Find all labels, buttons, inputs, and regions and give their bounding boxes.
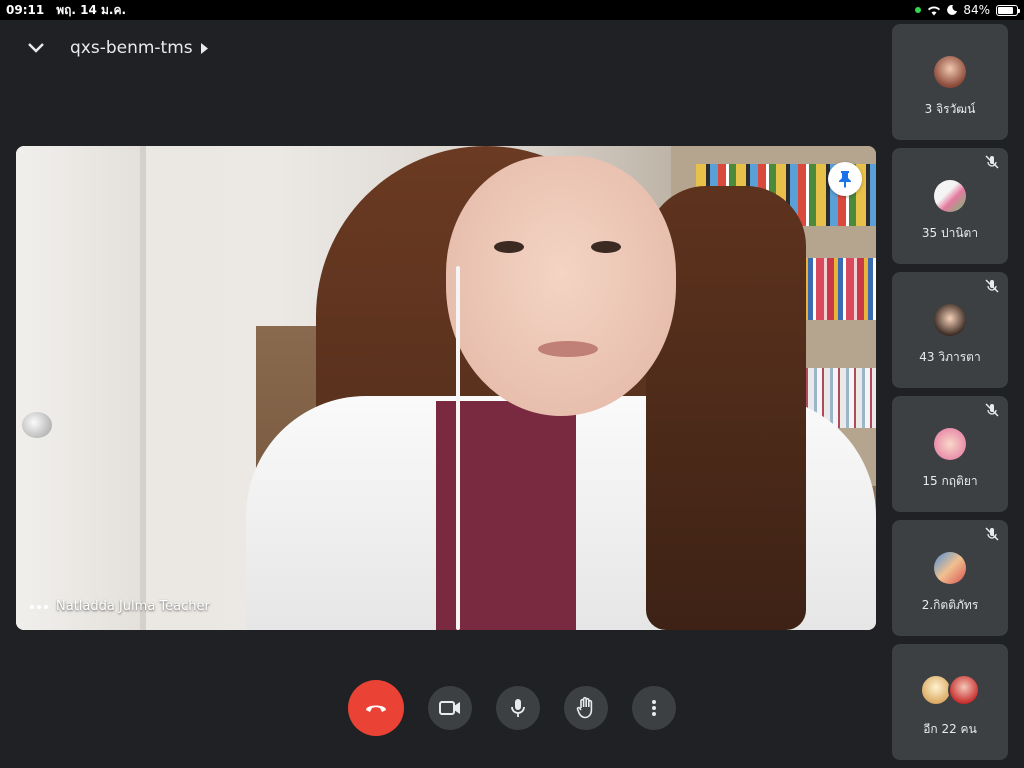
camera-in-use-indicator: [915, 7, 922, 13]
participant-name: 15 กฤติยา: [922, 474, 978, 488]
collapse-button[interactable]: [16, 28, 56, 68]
raise-hand-button[interactable]: [564, 686, 608, 730]
status-time: 09:11: [6, 3, 45, 17]
door-knob: [22, 412, 52, 438]
more-participants-tile[interactable]: อีก 22 คน: [892, 644, 1008, 760]
hang-up-icon: [366, 705, 386, 712]
end-call-button[interactable]: [348, 680, 404, 736]
earphone-cable: [456, 266, 460, 630]
face: [446, 156, 676, 416]
camera-toggle-button[interactable]: [428, 686, 472, 730]
speaker-name: Natladda Julma Teacher: [56, 599, 210, 614]
participant-name: 3 จิรวัฒน์: [924, 102, 976, 116]
participant-name: 35 ปานิตา: [921, 226, 979, 240]
avatar: [934, 428, 966, 460]
video-background-door: [16, 146, 146, 630]
battery-icon: [996, 4, 1020, 16]
participant-tile[interactable]: 3 จิรวัฒน์: [892, 24, 1008, 140]
avatar: [934, 304, 966, 336]
more-options-button[interactable]: [632, 686, 676, 730]
caret-right-icon: [200, 42, 208, 54]
avatar-group: [920, 674, 980, 706]
microphone-icon: [511, 699, 525, 717]
moon-icon: [947, 5, 958, 15]
participant-tile[interactable]: 15 กฤติยา: [892, 396, 1008, 512]
call-controls: [348, 680, 676, 736]
avatar: [934, 180, 966, 212]
mic-off-icon: [985, 527, 999, 541]
more-participants-count: อีก 22 คน: [923, 722, 977, 736]
video-camera-icon: [439, 701, 460, 715]
mic-off-icon: [985, 155, 999, 169]
participant-tile[interactable]: 35 ปานิตา: [892, 148, 1008, 264]
status-date: พฤ. 14 ม.ค.: [56, 2, 127, 17]
chevron-down-icon: [28, 43, 44, 53]
meeting-code-button[interactable]: qxs-benm-tms: [70, 38, 208, 58]
status-bar: 09:11 พฤ. 14 ม.ค. 84%: [0, 0, 1024, 20]
avatar: [934, 56, 966, 88]
main-video[interactable]: Natladda Julma Teacher: [16, 146, 876, 630]
mic-off-icon: [985, 279, 999, 293]
lips: [538, 341, 598, 357]
mic-off-icon: [985, 403, 999, 417]
speaker-figure: [246, 146, 876, 630]
avatar: [948, 674, 980, 706]
wifi-icon: [928, 6, 941, 15]
mic-toggle-button[interactable]: [496, 686, 540, 730]
participant-tile[interactable]: 2.กิตติภัทร: [892, 520, 1008, 636]
speaker-label: Natladda Julma Teacher: [30, 599, 210, 614]
battery-percent: 84%: [963, 3, 990, 17]
participant-tile[interactable]: 43 วิภารตา: [892, 272, 1008, 388]
participant-name: 43 วิภารตา: [919, 350, 981, 364]
eye-left: [494, 241, 524, 253]
avatar: [934, 552, 966, 584]
meeting-code: qxs-benm-tms: [70, 38, 193, 58]
more-options-icon[interactable]: [30, 604, 48, 609]
hand-icon: [576, 697, 593, 719]
participant-name: 2.กิตติภัทร: [921, 598, 979, 612]
top-bar: qxs-benm-tms: [0, 20, 880, 76]
pin-button[interactable]: [828, 162, 862, 196]
status-right: 84%: [915, 3, 1020, 17]
eye-right: [591, 241, 621, 253]
pin-icon: [839, 171, 851, 188]
more-vertical-icon: [652, 700, 656, 716]
